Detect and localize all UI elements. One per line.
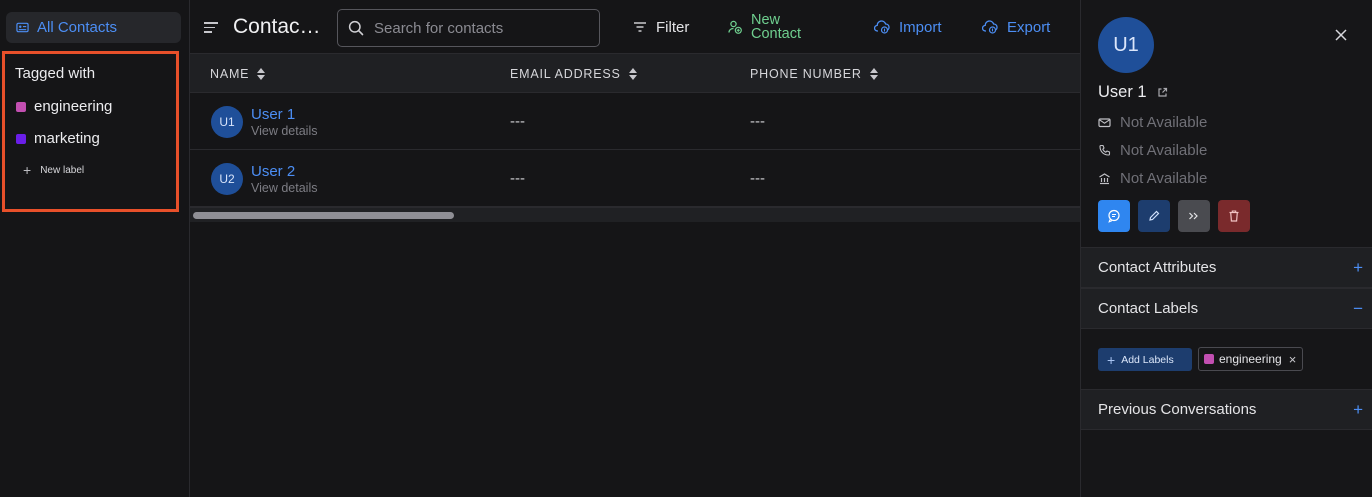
- contact-company-value: Not Available: [1120, 170, 1208, 187]
- filter-icon: [634, 22, 646, 32]
- view-details-link[interactable]: View details: [251, 181, 317, 195]
- contact-company-row: Not Available: [1098, 170, 1207, 187]
- phone-cell: ---: [750, 170, 765, 187]
- new-message-button[interactable]: [1098, 200, 1130, 232]
- contacts-header: Contac… Filter NewContact Import Export: [190, 0, 1080, 54]
- sidebar-label-engineering[interactable]: engineering: [16, 98, 112, 115]
- remove-label-icon[interactable]: ×: [1289, 352, 1297, 367]
- table-row[interactable]: U2 User 2 View details --- ---: [190, 150, 1080, 207]
- contact-attributes-section[interactable]: Contact Attributes +: [1081, 247, 1372, 288]
- sort-icon: [628, 68, 637, 80]
- filter-button[interactable]: Filter: [633, 0, 689, 54]
- avatar: U1: [211, 106, 243, 138]
- building-icon: [1099, 173, 1110, 185]
- close-icon[interactable]: [1333, 27, 1349, 43]
- sort-icon: [257, 68, 266, 80]
- column-label: EMAIL ADDRESS: [510, 67, 621, 81]
- merge-contact-button[interactable]: [1178, 200, 1210, 232]
- contact-email-value: Not Available: [1120, 114, 1208, 131]
- add-labels-text: Add Labels: [1121, 353, 1174, 366]
- table-row[interactable]: U1 User 1 View details --- ---: [190, 93, 1080, 150]
- sort-icon: [869, 68, 878, 80]
- cloud-upload-icon: [874, 20, 890, 34]
- chat-bubble-icon: [1108, 209, 1120, 223]
- edit-contact-button[interactable]: [1138, 200, 1170, 232]
- column-header-email[interactable]: EMAIL ADDRESS: [510, 67, 637, 81]
- email-cell: ---: [510, 170, 525, 187]
- new-label-button[interactable]: + New label: [23, 162, 84, 178]
- filter-label: Filter: [656, 18, 690, 36]
- contact-details-panel: U1 User 1 Not Available Not Available No…: [1080, 0, 1372, 497]
- column-label: NAME: [210, 67, 250, 81]
- contact-card-icon: [16, 22, 29, 33]
- section-title: Contact Attributes: [1098, 259, 1217, 276]
- contact-email-row: Not Available: [1098, 114, 1207, 131]
- import-label: Import: [899, 18, 942, 36]
- page-title: Contac…: [233, 15, 321, 38]
- expand-icon[interactable]: +: [1353, 258, 1363, 278]
- email-cell: ---: [510, 113, 525, 130]
- plus-icon: +: [1107, 351, 1116, 368]
- trash-icon: [1229, 210, 1239, 222]
- add-labels-button[interactable]: + Add Labels: [1098, 348, 1192, 371]
- menu-toggle-icon[interactable]: [204, 22, 218, 36]
- table-header: NAME EMAIL ADDRESS PHONE NUMBER: [190, 54, 1080, 93]
- contact-name-link[interactable]: User 2: [251, 163, 295, 180]
- avatar: U2: [211, 163, 243, 195]
- contacts-table: NAME EMAIL ADDRESS PHONE NUMBER U1 User …: [190, 54, 1080, 207]
- phone-cell: ---: [750, 113, 765, 130]
- collapse-icon[interactable]: −: [1353, 299, 1363, 319]
- previous-conversations-section[interactable]: Previous Conversations +: [1081, 389, 1372, 430]
- column-label: PHONE NUMBER: [750, 67, 862, 81]
- column-header-phone[interactable]: PHONE NUMBER: [750, 67, 878, 81]
- search-icon: [348, 20, 364, 36]
- contact-phone-row: Not Available: [1098, 142, 1207, 159]
- scrollbar-thumb[interactable]: [193, 212, 454, 219]
- search-box[interactable]: [337, 9, 600, 47]
- section-title: Contact Labels: [1098, 300, 1199, 317]
- label-name: engineering: [34, 98, 113, 115]
- merge-arrows-icon: [1189, 212, 1198, 220]
- all-contacts-label: All Contacts: [37, 19, 118, 36]
- new-contact-label: New Contact: [751, 13, 801, 42]
- section-title: Previous Conversations: [1098, 401, 1257, 418]
- pencil-icon: [1149, 210, 1160, 221]
- contact-name-text: User 1: [1098, 83, 1147, 101]
- contacts-app: All Contacts Tagged with engineering mar…: [0, 0, 1372, 497]
- cloud-download-icon: [982, 20, 998, 34]
- label-name: marketing: [34, 130, 100, 147]
- contact-labels-section[interactable]: Contact Labels −: [1081, 288, 1372, 329]
- new-contact-line2: Contact: [751, 26, 801, 42]
- tagged-with-title: Tagged with: [15, 65, 96, 82]
- export-button[interactable]: Export: [982, 0, 1050, 54]
- view-details-link[interactable]: View details: [251, 124, 317, 138]
- horizontal-scrollbar[interactable]: [190, 207, 1080, 222]
- delete-contact-button[interactable]: [1218, 200, 1250, 232]
- mail-icon: [1098, 118, 1111, 128]
- contact-avatar: U1: [1098, 17, 1154, 73]
- label-color-swatch: [16, 101, 26, 112]
- sidebar-label-marketing[interactable]: marketing: [16, 130, 100, 147]
- sidebar: All Contacts Tagged with engineering mar…: [0, 0, 190, 497]
- contact-name: User 1: [1098, 83, 1168, 102]
- column-header-name[interactable]: NAME: [210, 67, 266, 81]
- import-button[interactable]: Import: [874, 0, 942, 54]
- label-color-swatch: [1204, 354, 1214, 364]
- export-label: Export: [1007, 18, 1051, 36]
- search-input[interactable]: [374, 19, 584, 37]
- all-contacts-nav[interactable]: All Contacts: [6, 12, 181, 43]
- new-contact-button[interactable]: New Contact: [728, 0, 801, 54]
- plus-icon: +: [23, 162, 32, 178]
- label-color-swatch: [16, 133, 26, 144]
- label-chip-engineering: engineering ×: [1198, 347, 1304, 371]
- new-label-text: New label: [40, 164, 85, 176]
- tagged-with-section: Tagged with engineering marketing + New …: [2, 51, 179, 212]
- add-person-icon: [728, 20, 742, 34]
- contact-name-link[interactable]: User 1: [251, 106, 295, 123]
- phone-icon: [1099, 144, 1111, 156]
- contact-phone-value: Not Available: [1120, 142, 1208, 159]
- expand-icon[interactable]: +: [1353, 400, 1363, 420]
- label-chip-text: engineering: [1219, 352, 1282, 366]
- external-link-icon[interactable]: [1157, 87, 1168, 98]
